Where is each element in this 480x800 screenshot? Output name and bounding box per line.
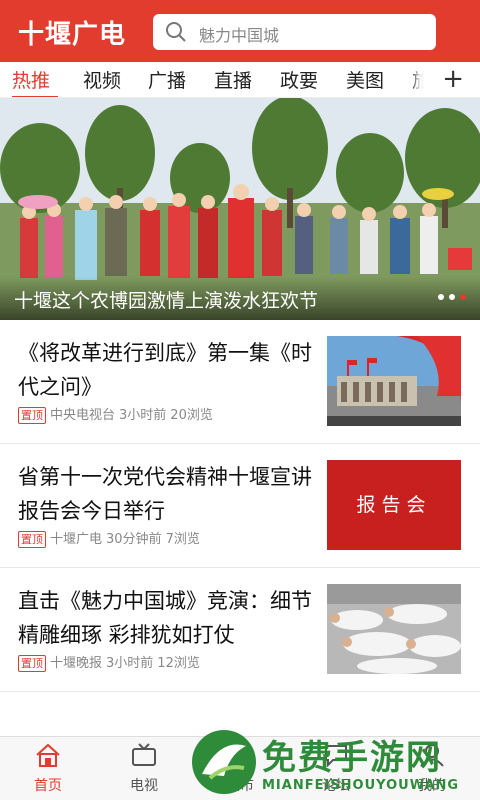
watermark-title: 免费手游网 xyxy=(262,738,442,778)
nav-tv[interactable]: 电视 xyxy=(104,743,184,795)
tab-politics[interactable]: 政要 xyxy=(280,66,318,93)
news-thumbnail[interactable]: 报告会 xyxy=(327,460,461,550)
banner-caption: 十堰这个农博园激情上演泼水狂欢节 xyxy=(14,290,319,312)
banner-carousel[interactable]: 十堰这个农博园激情上演泼水狂欢节 xyxy=(0,98,480,320)
news-item[interactable]: 直击《魅力中国城》竞演：细节精雕细琢 彩排犹如打仗 置顶 十堰晚报 3小时前 12浏览 xyxy=(0,568,480,692)
pinned-badge: 置顶 xyxy=(18,407,46,424)
news-meta: 置顶 十堰广电 30分钟前 7浏览 xyxy=(18,528,204,548)
news-time: 30分钟前 xyxy=(106,532,162,547)
category-tabs: 热推 视频 广播 直播 政要 美图 旅 + xyxy=(0,62,480,98)
news-item[interactable]: 《将改革进行到底》第一集《时代之问》 置顶 中央电视台 3小时前 20浏览 xyxy=(0,320,480,444)
news-views: 20浏览 xyxy=(170,408,213,423)
thumbnail-text: 报告会 xyxy=(356,494,432,516)
carousel-dots xyxy=(433,285,466,304)
news-source: 十堰晚报 xyxy=(50,656,103,671)
news-thumbnail[interactable] xyxy=(327,584,461,674)
search-icon xyxy=(166,22,186,42)
tab-hot[interactable]: 热推 xyxy=(12,66,50,93)
news-thumbnail[interactable] xyxy=(327,336,461,426)
news-title[interactable]: 直击《魅力中国城》竞演：细节精雕细琢 彩排犹如打仗 xyxy=(18,584,314,652)
search-box[interactable]: 魅力中国城 xyxy=(153,14,436,50)
news-thumbnail-image xyxy=(327,336,461,426)
news-views: 12浏览 xyxy=(157,656,200,671)
news-time: 3小时前 xyxy=(106,656,154,671)
tab-live[interactable]: 直播 xyxy=(214,66,252,93)
tab-photos[interactable]: 美图 xyxy=(346,66,384,93)
app-root: 十堰广电 魅力中国城 热推 视频 广播 直播 政要 美图 旅 + 十堰这个农博园… xyxy=(0,0,480,800)
tab-radio[interactable]: 广播 xyxy=(148,66,186,93)
carousel-dot xyxy=(449,294,455,300)
nav-home-label: 首页 xyxy=(34,778,62,794)
news-item[interactable]: 省第十一次党代会精神十堰宣讲报告会今日举行 置顶 十堰广电 30分钟前 7浏览 报告会 xyxy=(0,444,480,568)
news-thumbnail-image xyxy=(327,584,461,674)
carousel-dot xyxy=(438,294,444,300)
header-bar: 十堰广电 魅力中国城 xyxy=(0,0,480,62)
news-source: 十堰广电 xyxy=(50,532,103,547)
banner-caption-overlay: 十堰这个农博园激情上演泼水狂欢节 xyxy=(0,276,480,320)
home-icon xyxy=(36,743,60,767)
tv-icon xyxy=(132,743,156,766)
news-title[interactable]: 省第十一次党代会精神十堰宣讲报告会今日举行 xyxy=(18,460,314,528)
tab-video[interactable]: 视频 xyxy=(83,66,121,93)
pinned-badge: 置顶 xyxy=(18,655,46,672)
news-views: 7浏览 xyxy=(165,532,200,547)
add-tab-icon[interactable]: + xyxy=(442,64,464,94)
nav-home[interactable]: 首页 xyxy=(8,743,88,795)
search-placeholder: 魅力中国城 xyxy=(199,26,280,45)
carousel-dot-active xyxy=(460,294,466,300)
watermark-subtitle: MIANFEISHOUYOUWANG xyxy=(262,778,460,793)
news-meta: 置顶 中央电视台 3小时前 20浏览 xyxy=(18,404,217,424)
news-time: 3小时前 xyxy=(119,408,167,423)
news-source: 中央电视台 xyxy=(50,408,116,423)
watermark: 免费手游网 MIANFEISHOUYOUWANG xyxy=(188,726,480,800)
nav-tv-label: 电视 xyxy=(130,778,158,794)
watermark-logo-icon xyxy=(192,730,256,794)
news-title[interactable]: 《将改革进行到底》第一集《时代之问》 xyxy=(18,336,314,404)
app-logo: 十堰广电 xyxy=(18,20,127,50)
news-meta: 置顶 十堰晚报 3小时前 12浏览 xyxy=(18,652,204,672)
pinned-badge: 置顶 xyxy=(18,531,46,548)
